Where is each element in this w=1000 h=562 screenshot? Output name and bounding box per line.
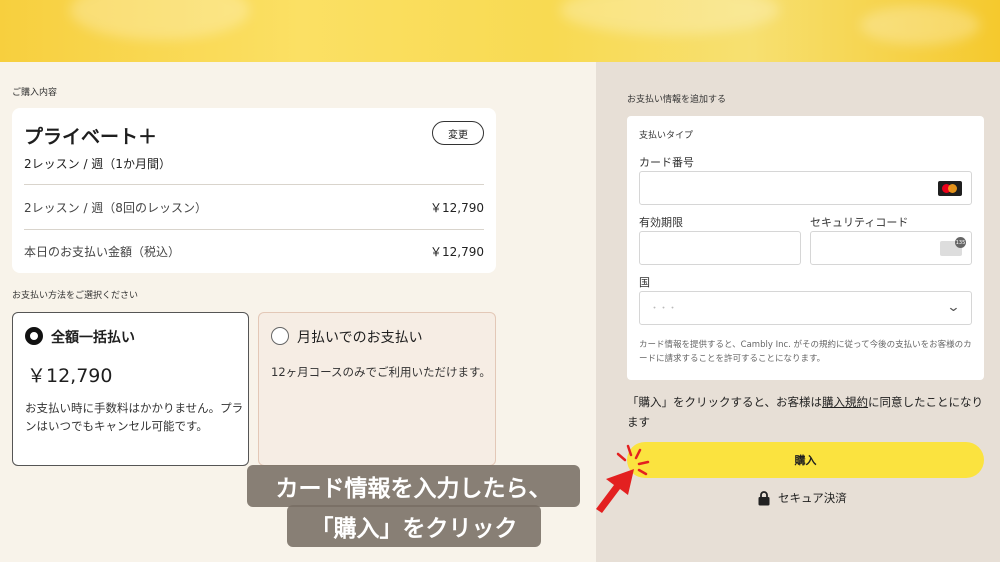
plan-frequency: 2レッスン / 週（1か月間） — [24, 157, 171, 171]
agreement-text: 「購入」をクリックすると、お客様は — [627, 395, 823, 409]
purchase-terms-link[interactable]: 購入規約 — [822, 395, 868, 409]
order-section-label: ご購入内容 — [12, 88, 58, 98]
option-description: お支払い時に手数料はかかりません。プランはいつでもキャンセル可能です。 — [25, 401, 244, 433]
chevron-down-icon[interactable]: ⌄ — [946, 300, 960, 315]
secure-label: セキュア決済 — [778, 491, 847, 505]
red-arrow-icon — [596, 469, 634, 513]
tutorial-caption-line2: 「購入」をクリック — [287, 505, 541, 547]
card-disclaimer: カード情報を提供すると、Cambly Inc. がその規約に従って今後の支払いを… — [639, 340, 972, 364]
card-number-label: カード番号 — [639, 156, 694, 169]
purchase-button[interactable]: 購入 — [627, 442, 984, 478]
card-number-input[interactable] — [639, 171, 972, 205]
header-banner — [0, 0, 1000, 62]
cvc-badge: 135 — [955, 237, 966, 248]
country-value: ・・・ — [650, 304, 678, 314]
payment-info-label: お支払い情報を追加する — [627, 95, 727, 105]
mastercard-icon — [938, 181, 962, 196]
lessons-row-label: 2レッスン / 週（8回のレッスン） — [24, 201, 207, 215]
cvc-label: セキュリティコード — [810, 216, 909, 229]
lock-icon — [758, 490, 770, 505]
payment-type-label: 支払いタイプ — [639, 131, 694, 141]
monthly-payment-option[interactable]: 月払いでのお支払い 12ヶ月コースのみでご利用いただけます。 — [258, 312, 496, 466]
full-payment-option[interactable]: 全額一括払い ￥12,790 お支払い時に手数料はかかりません。プランはいつでも… — [12, 312, 249, 466]
radio-unselected[interactable] — [271, 327, 289, 345]
purchase-agreement: 「購入」をクリックすると、お客様は購入規約に同意したことになります — [627, 392, 987, 432]
secure-payment-note: セキュア決済 — [758, 490, 847, 506]
option-description: 12ヶ月コースのみでご利用いただけます。 — [271, 365, 491, 379]
expiry-label: 有効期限 — [639, 216, 683, 229]
country-label: 国 — [639, 276, 650, 289]
total-row-label: 本日のお支払い金額（税込） — [24, 245, 181, 259]
cvc-input[interactable]: 135 — [810, 231, 972, 265]
option-title: 月払いでのお支払い — [297, 330, 423, 346]
tutorial-caption-line1: カード情報を入力したら、 — [247, 465, 580, 507]
divider — [24, 229, 484, 230]
option-title: 全額一括払い — [51, 330, 135, 346]
expiry-input[interactable] — [639, 231, 801, 265]
plan-name: プライベート＋ — [24, 126, 158, 148]
country-select[interactable]: ・・・ ⌄ — [639, 291, 972, 325]
total-row-price: ￥12,790 — [430, 245, 484, 259]
cvc-card-icon: 135 — [940, 237, 966, 256]
payment-method-label: お支払い方法をご選択ください — [12, 291, 139, 301]
change-plan-button[interactable]: 変更 — [432, 121, 484, 145]
option-price: ￥12,790 — [27, 365, 113, 387]
order-summary-card: プライベート＋ 2レッスン / 週（1か月間） 変更 2レッスン / 週（8回の… — [12, 108, 496, 273]
lessons-row-price: ￥12,790 — [430, 201, 484, 215]
card-form: 支払いタイプ カード番号 有効期限 セキュリティコード 135 国 ・・・ ⌄ … — [627, 116, 984, 380]
radio-selected[interactable] — [25, 327, 43, 345]
divider — [24, 184, 484, 185]
